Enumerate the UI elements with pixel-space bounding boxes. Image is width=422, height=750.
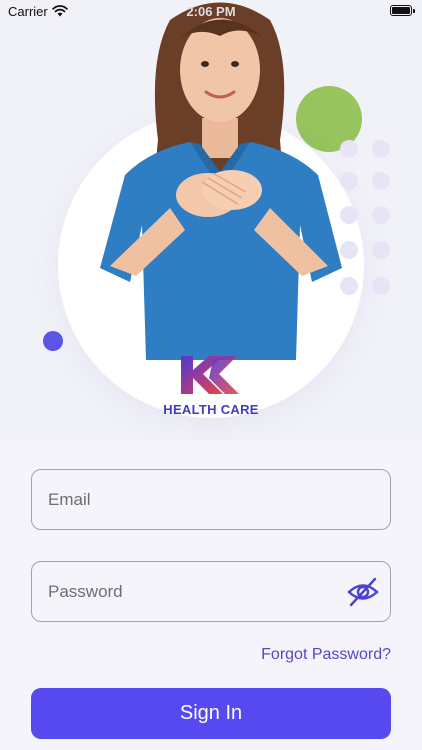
sign-in-button[interactable]: Sign In xyxy=(31,688,391,739)
decorative-dot xyxy=(372,140,390,158)
eye-slash-icon[interactable] xyxy=(346,576,380,608)
nurse-photo xyxy=(100,2,342,360)
status-time: 2:06 PM xyxy=(186,4,236,19)
decorative-dot xyxy=(372,172,390,190)
battery-icon xyxy=(390,5,415,16)
brand-name: HEALTH CARE xyxy=(163,402,259,417)
email-input[interactable] xyxy=(32,470,390,529)
hero-section: HEALTH CARE xyxy=(0,0,422,440)
forgot-password-link[interactable]: Forgot Password? xyxy=(261,646,391,664)
decorative-dot xyxy=(372,277,390,295)
kk-logo xyxy=(181,356,239,394)
decorative-blue-dot xyxy=(43,331,63,351)
password-input[interactable] xyxy=(32,562,390,621)
email-field-container xyxy=(31,469,391,530)
decorative-dot xyxy=(372,241,390,259)
decorative-dot xyxy=(372,206,390,224)
status-bar: Carrier 2:06 PM xyxy=(0,0,422,22)
password-field-container xyxy=(31,561,391,622)
